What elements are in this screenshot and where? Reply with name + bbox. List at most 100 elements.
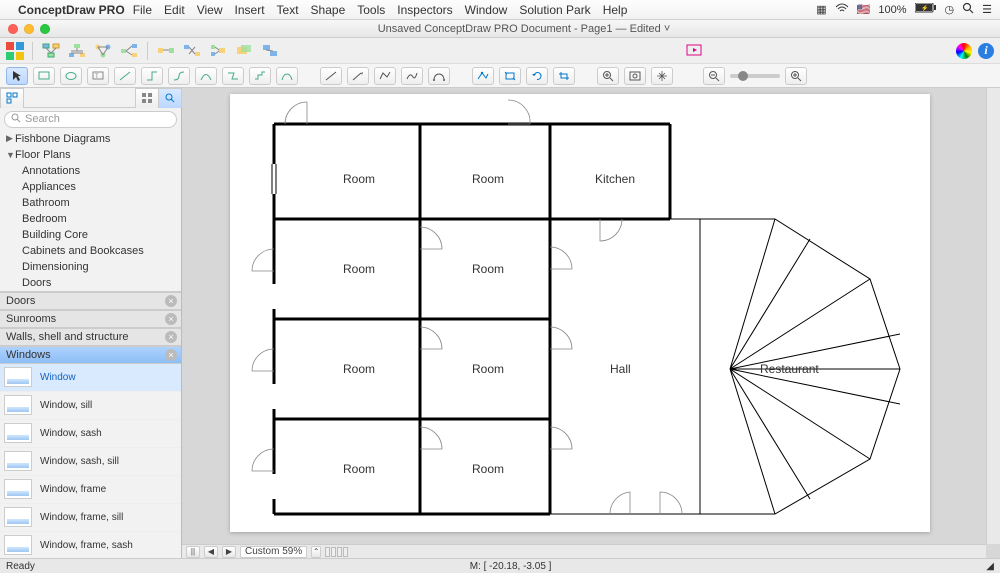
sidebar-tab-search[interactable] [158, 88, 182, 108]
close-icon[interactable]: × [165, 349, 177, 361]
tool-textbox[interactable]: T [87, 67, 109, 85]
shape-item[interactable]: Window, frame [0, 476, 181, 504]
menubar-wifi-icon[interactable] [835, 3, 849, 16]
tree-item[interactable]: Bathroom [0, 195, 181, 211]
shape-item[interactable]: Window, sash, sill [0, 448, 181, 476]
menubar-battery-icon[interactable]: ⚡ [915, 3, 937, 16]
tree-item[interactable]: Bedroom [0, 211, 181, 227]
traffic-close[interactable] [8, 24, 18, 34]
close-icon[interactable]: × [165, 313, 177, 325]
tool-connector-step[interactable] [249, 67, 271, 85]
drawing-page[interactable]: Room Room Kitchen Room Room Room Room Ha… [230, 94, 930, 532]
section-doors[interactable]: Doors× [0, 292, 181, 310]
tool-zoom-fit[interactable] [624, 67, 646, 85]
tree-item[interactable]: Annotations [0, 163, 181, 179]
zoom-stepper[interactable]: ⌃ [311, 546, 321, 558]
tool-edit-points[interactable] [472, 67, 494, 85]
tool-pan[interactable] [651, 67, 673, 85]
tool-arrange-icon[interactable] [208, 42, 228, 60]
tool-connector-s[interactable] [168, 67, 190, 85]
tool-swap-icon[interactable] [182, 42, 202, 60]
menubar-search-icon[interactable] [962, 2, 974, 17]
menu-shape[interactable]: Shape [311, 3, 346, 17]
menu-view[interactable]: View [197, 3, 223, 17]
tree-item[interactable]: Dimensioning [0, 259, 181, 275]
close-icon[interactable]: × [165, 331, 177, 343]
traffic-minimize[interactable] [24, 24, 34, 34]
menu-edit[interactable]: Edit [164, 3, 185, 17]
tool-flowchart-icon[interactable] [41, 42, 61, 60]
menubar-list-icon[interactable]: ☰ [982, 3, 992, 16]
tool-draw-arrow[interactable] [347, 67, 369, 85]
section-windows[interactable]: Windows× [0, 346, 181, 364]
tool-zoom-out[interactable] [703, 67, 725, 85]
tool-connector-curve[interactable] [276, 67, 298, 85]
tool-ellipse[interactable] [60, 67, 82, 85]
menu-solution-park[interactable]: Solution Park [519, 3, 590, 17]
menu-help[interactable]: Help [603, 3, 628, 17]
tool-crop[interactable] [553, 67, 575, 85]
tool-connector-arc[interactable] [195, 67, 217, 85]
shape-item[interactable]: Window [0, 364, 181, 392]
close-icon[interactable]: × [165, 295, 177, 307]
menu-tools[interactable]: Tools [357, 3, 385, 17]
zoom-slider[interactable] [730, 74, 780, 78]
tree-item[interactable]: Building Core [0, 227, 181, 243]
menu-file[interactable]: File [133, 3, 152, 17]
tool-line1[interactable] [114, 67, 136, 85]
tool-network-icon[interactable] [93, 42, 113, 60]
tree-item[interactable]: ▶Fishbone Diagrams [0, 131, 181, 147]
menu-text[interactable]: Text [277, 3, 299, 17]
menubar-grid-icon[interactable]: ▦ [816, 3, 826, 16]
tool-draw-line[interactable] [320, 67, 342, 85]
shape-item[interactable]: Window, sill [0, 392, 181, 420]
sidebar-tab-1[interactable] [0, 88, 24, 108]
tree-item[interactable]: Appliances [0, 179, 181, 195]
tool-chain-icon[interactable] [156, 42, 176, 60]
tool-pointer[interactable] [6, 67, 28, 85]
shape-item[interactable]: Window, frame, sash [0, 532, 181, 558]
menu-insert[interactable]: Insert [235, 3, 265, 17]
tool-orgchart-icon[interactable] [67, 42, 87, 60]
scrollbar-vertical[interactable] [986, 88, 1000, 544]
sidebar-tab-grid[interactable] [135, 88, 159, 108]
section-sunrooms[interactable]: Sunrooms× [0, 310, 181, 328]
tool-draw-poly[interactable] [374, 67, 396, 85]
tree-item[interactable]: ▼Floor Plans [0, 147, 181, 163]
tool-rect[interactable] [33, 67, 55, 85]
menu-window[interactable]: Window [465, 3, 508, 17]
view-mode-buttons[interactable] [325, 547, 348, 557]
tool-layers-icon[interactable] [234, 42, 254, 60]
zoom-readout[interactable]: Custom 59% [240, 546, 307, 558]
app-logo-icon[interactable] [6, 42, 24, 60]
traffic-zoom[interactable] [40, 24, 50, 34]
page-prev[interactable]: ◀ [204, 546, 218, 558]
tool-clone-icon[interactable] [260, 42, 280, 60]
info-icon[interactable]: i [978, 43, 994, 59]
tool-tree-icon[interactable] [119, 42, 139, 60]
status-resize-icon[interactable]: ◢ [986, 561, 994, 572]
color-wheel-icon[interactable] [956, 43, 972, 59]
menubar-flag-icon[interactable]: 🇺🇸 [857, 3, 871, 16]
tool-rotate[interactable] [526, 67, 548, 85]
tool-zoom-in[interactable] [597, 67, 619, 85]
tree-item[interactable]: Cabinets and Bookcases [0, 243, 181, 259]
shape-item[interactable]: Window, frame, sill [0, 504, 181, 532]
tool-connector-l[interactable] [141, 67, 163, 85]
menu-inspectors[interactable]: Inspectors [397, 3, 452, 17]
section-walls[interactable]: Walls, shell and structure× [0, 328, 181, 346]
tool-zoom-in2[interactable] [785, 67, 807, 85]
shape-item[interactable]: Window, sash [0, 420, 181, 448]
tree-item[interactable]: Doors [0, 275, 181, 292]
page-next[interactable]: ▶ [222, 546, 236, 558]
tool-presentation-icon[interactable] [684, 42, 704, 60]
canvas-area[interactable]: Room Room Kitchen Room Room Room Room Ha… [182, 88, 1000, 558]
menubar-clock-icon[interactable]: ◷ [945, 3, 955, 16]
library-search-input[interactable]: Search [4, 111, 177, 128]
tool-draw-bezier[interactable] [428, 67, 450, 85]
app-name[interactable]: ConceptDraw PRO [18, 3, 125, 17]
tool-connector-z[interactable] [222, 67, 244, 85]
page-first[interactable]: || [186, 546, 200, 558]
tool-draw-spline[interactable] [401, 67, 423, 85]
tool-transform[interactable] [499, 67, 521, 85]
